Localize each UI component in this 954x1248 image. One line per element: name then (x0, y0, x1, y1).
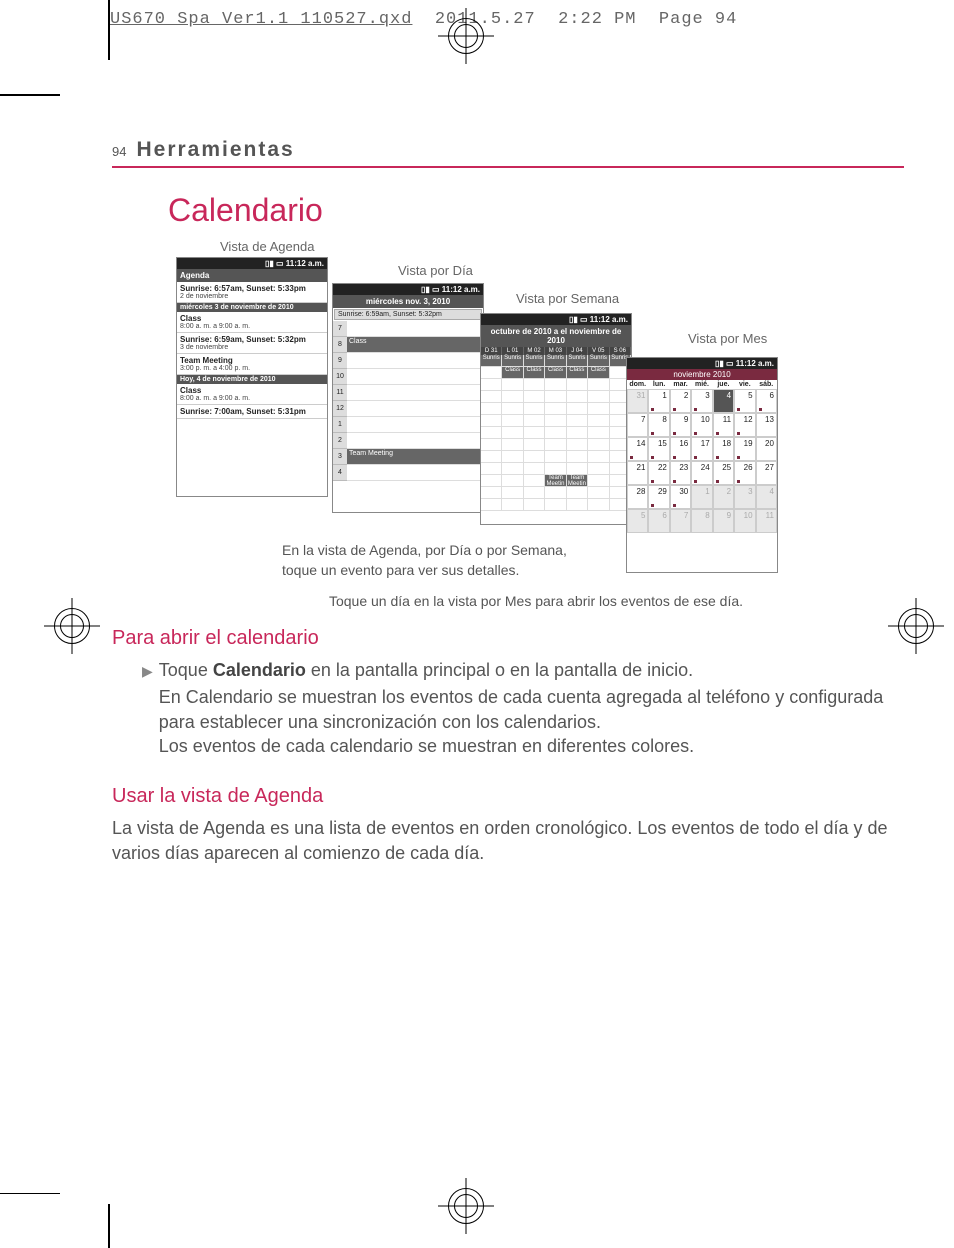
agenda-header: Agenda (177, 269, 327, 282)
week-range: octubre de 2010 a el noviembre de 2010 (481, 325, 631, 347)
label-day-view: Vista por Día (398, 263, 473, 278)
caption-agenda-day-week: En la vista de Agenda, por Día o por Sem… (282, 541, 602, 580)
heading-open-calendar: Para abrir el calendario (112, 627, 904, 650)
status-bar: ▯▮ ▭ 11:12 a.m. (177, 258, 327, 269)
day-date: miércoles nov. 3, 2010 (333, 295, 483, 308)
screenshot-agenda: ▯▮ ▭ 11:12 a.m. Agenda Sunrise: 6:57am, … (176, 257, 328, 497)
para-agenda-view: La vista de Agenda es una lista de event… (112, 816, 904, 866)
status-bar: ▯▮ ▭ 11:12 a.m. (333, 284, 483, 295)
crop-mark (0, 1193, 60, 1195)
bullet-open-calendar: ▶ Toque Calendario en la pantalla princi… (142, 658, 904, 759)
page-title: Calendario (168, 192, 904, 229)
status-bar: ▯▮ ▭ 11:12 a.m. (481, 314, 631, 325)
print-slug: US670_Spa_Ver1.1_110527.qxd 2011.5.27 2:… (110, 10, 914, 29)
label-week-view: Vista por Semana (516, 291, 619, 306)
crop-mark (108, 0, 110, 60)
registration-mark-icon (444, 14, 488, 58)
running-header: 94 Herramientas (112, 138, 904, 168)
status-bar: ▯▮ ▭ 11:12 a.m. (627, 358, 777, 369)
month-title: noviembre 2010 (627, 369, 777, 380)
page-number: 94 (112, 144, 126, 159)
slug-file: US670_Spa_Ver1.1_110527.qxd (110, 10, 412, 29)
screenshot-month: ▯▮ ▭ 11:12 a.m. noviembre 2010 dom.lun.m… (626, 357, 778, 573)
para: En Calendario se muestran los eventos de… (159, 685, 904, 735)
screenshot-day: ▯▮ ▭ 11:12 a.m. miércoles nov. 3, 2010 S… (332, 283, 484, 513)
label-agenda-view: Vista de Agenda (220, 239, 314, 254)
triangle-bullet-icon: ▶ (142, 658, 153, 759)
registration-mark-icon (50, 604, 94, 648)
screenshot-week: ▯▮ ▭ 11:12 a.m. octubre de 2010 a el nov… (480, 313, 632, 525)
para: Los eventos de cada calendario se muestr… (159, 734, 904, 759)
crop-mark (0, 94, 60, 96)
label-month-view: Vista por Mes (688, 331, 767, 346)
crop-mark (108, 1204, 110, 1248)
section-title: Herramientas (136, 138, 294, 162)
slug-page: Page 94 (659, 10, 737, 29)
heading-agenda-view: Usar la vista de Agenda (112, 785, 904, 808)
agenda-list: Sunrise: 6:57am, Sunset: 5:33pm2 de novi… (177, 282, 327, 419)
screenshot-cluster: Vista de Agenda Vista por Día Vista por … (168, 239, 904, 599)
day-sunrise: Sunrise: 6:59am, Sunset: 5:32pm (334, 309, 482, 320)
slug-time: 2:22 PM (558, 10, 636, 29)
